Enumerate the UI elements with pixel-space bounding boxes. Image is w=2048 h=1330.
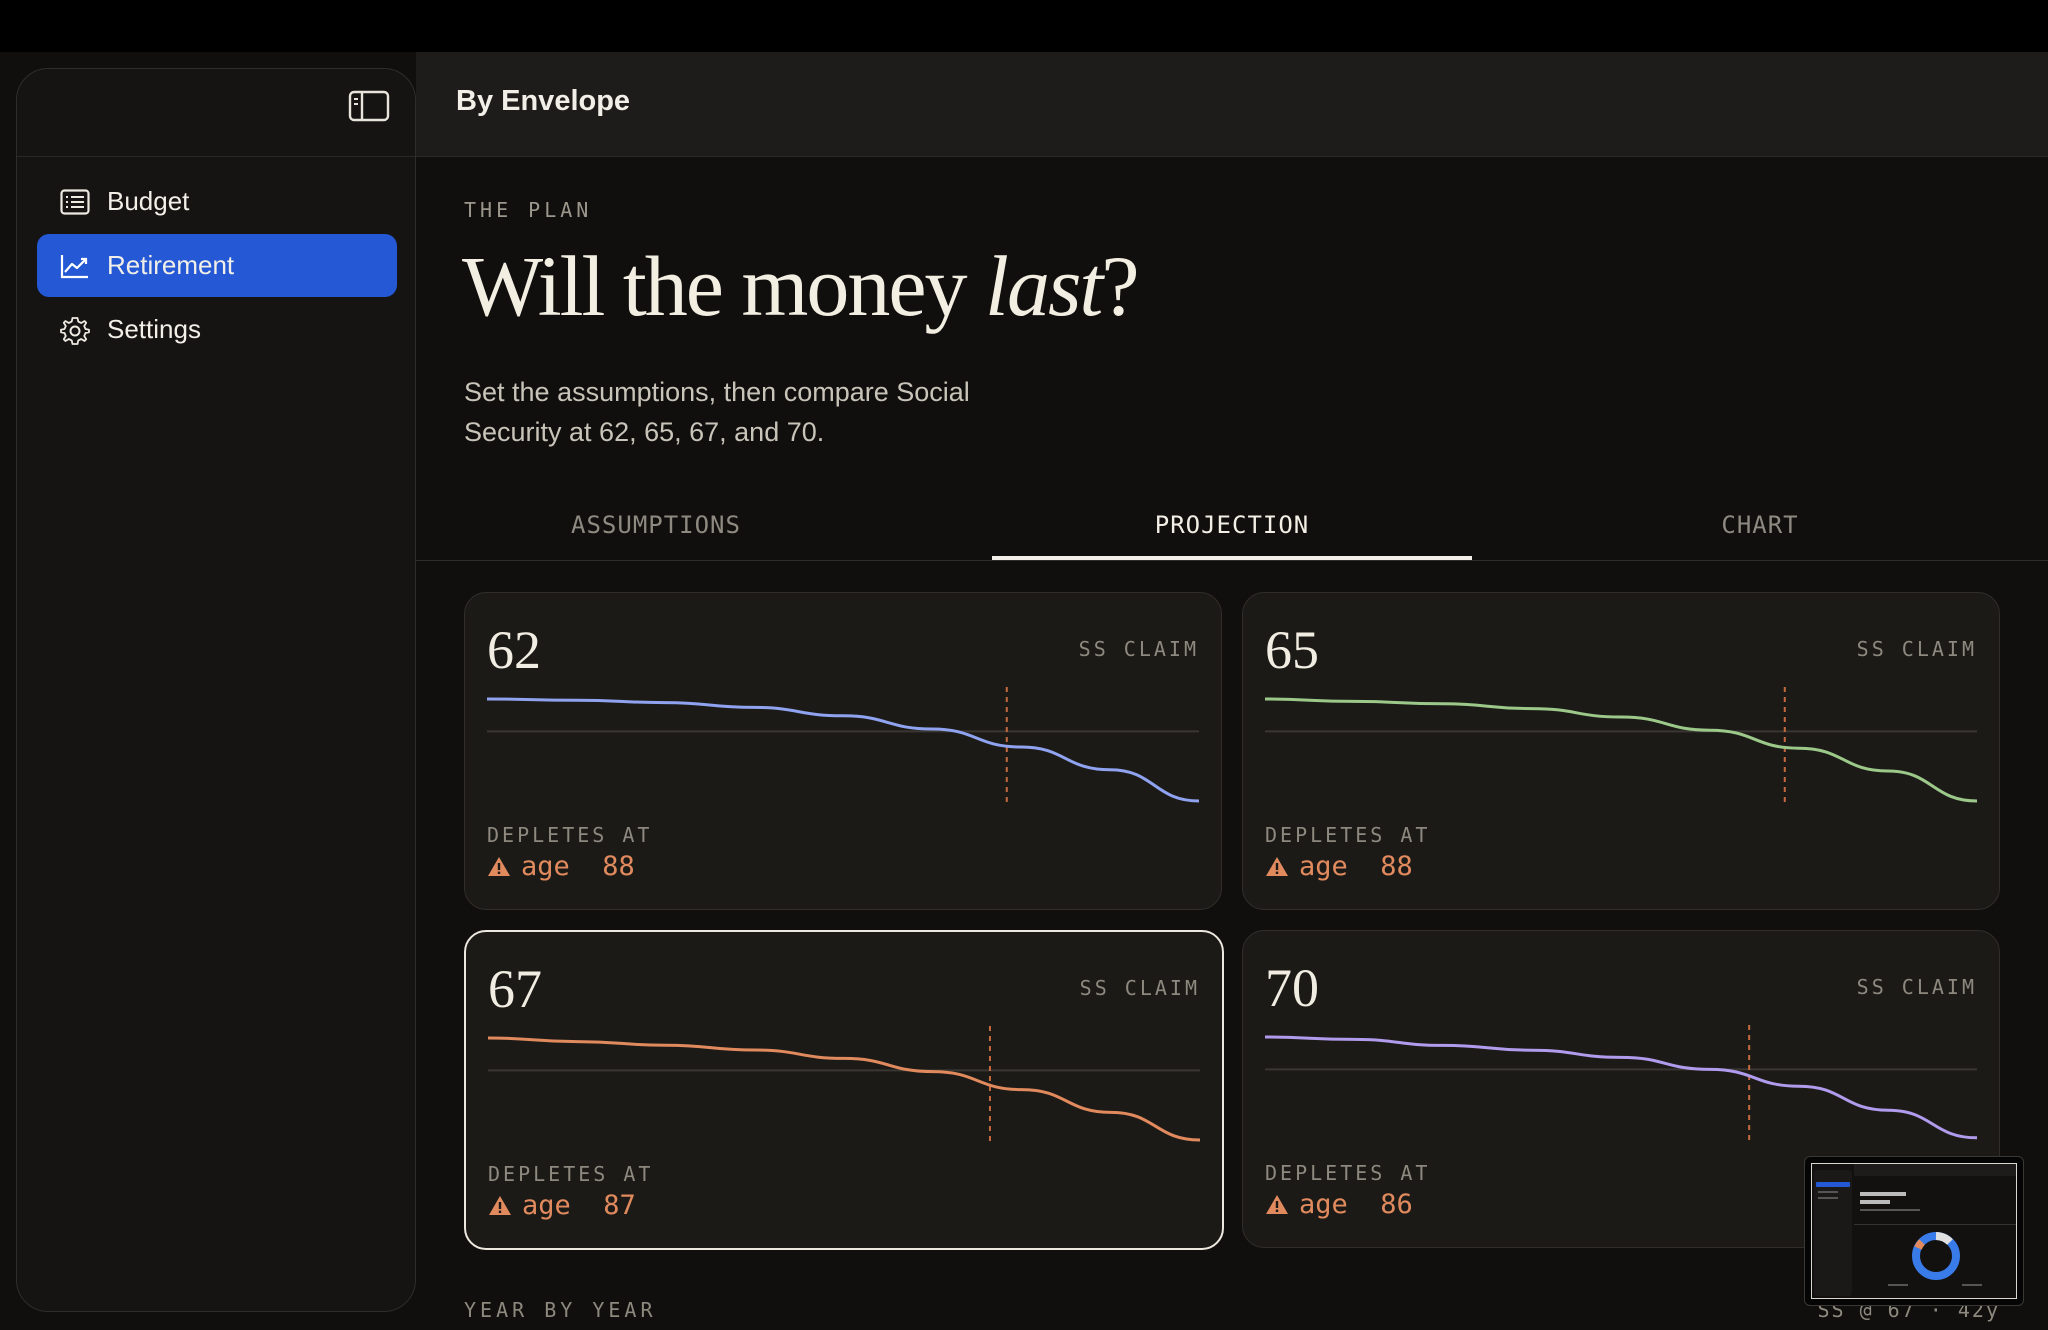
sidebar-header <box>17 69 415 157</box>
depletes-row: age 87 <box>488 1190 636 1221</box>
section-eyebrow: THE PLAN <box>464 198 593 222</box>
card-ss-claim-label: SS CLAIM <box>1856 975 1977 999</box>
balance-sparkline <box>1264 687 1978 807</box>
hero-subtitle: Set the assumptions, then compare Social… <box>464 377 970 447</box>
hero-title-emphasis: last <box>985 238 1103 334</box>
page-header: By Envelope <box>416 52 2048 157</box>
hero-title-start: Will the money <box>462 238 986 334</box>
balance-curve <box>487 1036 1201 1142</box>
card-claim-age: 62 <box>487 620 541 680</box>
tab-chart[interactable]: CHART <box>1520 490 2000 560</box>
window-top-bar <box>0 0 2048 52</box>
balance-sparkline <box>486 687 1200 807</box>
balance-curve <box>1264 1035 1978 1140</box>
hero-title-end: ? <box>1101 238 1139 334</box>
sidebar-item-label: Retirement <box>107 250 235 280</box>
thumbnail-preview <box>1811 1163 2017 1299</box>
depletes-row: age 86 <box>1265 1189 1413 1220</box>
depletes-age-value: age 86 <box>1299 1189 1413 1220</box>
thumbnail-preview-graphic <box>1812 1164 2016 1298</box>
window-thumbnail[interactable] <box>1804 1156 2024 1306</box>
warning-icon <box>1266 1194 1288 1214</box>
card-claim-age: 67 <box>488 959 542 1019</box>
depletes-label: DEPLETES AT <box>1265 1161 1431 1185</box>
sidebar-item-label: Settings <box>107 314 201 344</box>
balance-curve <box>486 697 1200 803</box>
tab-assumptions[interactable]: ASSUMPTIONS <box>416 490 896 560</box>
chart-line-icon <box>59 250 91 282</box>
card-ss-claim-label: SS CLAIM <box>1079 976 1200 1000</box>
sidebar-item-retirement[interactable]: Retirement <box>37 234 397 297</box>
depletes-age-value: age 88 <box>521 851 635 882</box>
tab-bar: ASSUMPTIONS PROJECTION CHART <box>416 490 2048 561</box>
card-ss-claim-label: SS CLAIM <box>1856 637 1977 661</box>
hero-title: Will the money last? <box>462 236 1139 336</box>
gear-icon <box>59 314 91 346</box>
sidebar-toggle-icon[interactable] <box>348 88 390 124</box>
projection-card-62[interactable]: 62 SS CLAIM DEPLETES AT age 88 <box>464 592 1222 910</box>
tab-projection[interactable]: PROJECTION <box>992 490 1472 560</box>
depletes-label: DEPLETES AT <box>488 1162 654 1186</box>
balance-sparkline <box>487 1026 1201 1146</box>
depletes-row: age 88 <box>1265 851 1413 882</box>
active-tab-indicator <box>992 556 1472 560</box>
warning-icon <box>489 1195 511 1215</box>
sidebar: Budget Retirement Settings <box>16 68 416 1312</box>
depletes-label: DEPLETES AT <box>487 823 653 847</box>
budget-list-icon <box>59 186 91 218</box>
depletes-age-value: age 88 <box>1299 851 1413 882</box>
page-title: By Envelope <box>456 85 631 117</box>
depletes-row: age 88 <box>487 851 635 882</box>
projection-card-67[interactable]: 67 SS CLAIM DEPLETES AT age 87 <box>464 930 1224 1250</box>
sidebar-nav: Budget Retirement Settings <box>37 170 397 362</box>
warning-icon <box>1266 856 1288 876</box>
balance-curve <box>1264 697 1978 803</box>
sidebar-item-budget[interactable]: Budget <box>37 170 397 233</box>
projection-card-65[interactable]: 65 SS CLAIM DEPLETES AT age 88 <box>1242 592 2000 910</box>
card-ss-claim-label: SS CLAIM <box>1078 637 1199 661</box>
depletes-label: DEPLETES AT <box>1265 823 1431 847</box>
balance-sparkline <box>1264 1025 1978 1145</box>
card-claim-age: 65 <box>1265 620 1319 680</box>
sidebar-item-label: Budget <box>107 186 190 216</box>
year-by-year-label: YEAR BY YEAR <box>464 1298 657 1322</box>
card-claim-age: 70 <box>1265 958 1319 1018</box>
warning-icon <box>488 856 510 876</box>
sidebar-item-settings[interactable]: Settings <box>37 298 397 361</box>
depletes-age-value: age 87 <box>522 1190 636 1221</box>
